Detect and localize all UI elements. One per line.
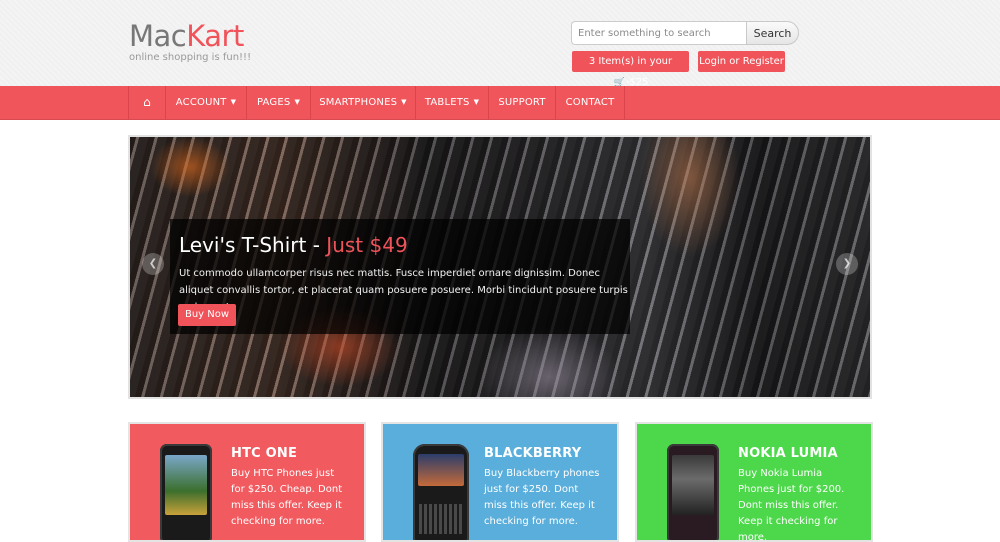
caret-down-icon: ▼ — [473, 98, 480, 106]
phone-image — [413, 444, 469, 540]
login-register-button[interactable]: Login or Register — [698, 51, 785, 72]
hero-slider: ❮ ❯ Levi's T-Shirt - Just $49 Ut commodo… — [128, 135, 872, 399]
product-title: HTC ONE — [231, 446, 298, 461]
nav-item-account[interactable]: ACCOUNT ▼ — [166, 86, 247, 119]
caret-down-icon: ▼ — [294, 98, 301, 106]
nav-item-label: SUPPORT — [498, 97, 546, 108]
caret-down-icon: ▼ — [401, 98, 407, 106]
brand-name-kart: Kart — [186, 19, 244, 53]
phone-image — [667, 444, 719, 540]
search-input[interactable] — [571, 21, 746, 45]
brand-name[interactable]: MacKart — [129, 19, 251, 53]
buy-now-button[interactable]: Buy Now — [178, 304, 236, 326]
product-description: Buy Blackberry phones just for $250. Don… — [484, 468, 600, 527]
nav-item-label: SMARTPHONES — [319, 97, 398, 108]
home-icon: ⌂ — [143, 95, 151, 109]
product-description: Buy HTC Phones just for $250. Cheap. Don… — [231, 468, 343, 527]
nav-item-pages[interactable]: PAGES ▼ — [247, 86, 311, 119]
product-card-htc[interactable]: HTC ONE Buy HTC Phones just for $250. Ch… — [128, 422, 366, 542]
phone-screen — [165, 455, 207, 515]
brand-logo[interactable]: MacKart online shopping is fun!!! — [129, 19, 251, 63]
chevron-right-icon[interactable]: ❯ — [836, 253, 858, 275]
phone-screen — [418, 454, 464, 486]
slide-caption: Levi's T-Shirt - Just $49 Ut commodo ull… — [170, 219, 630, 334]
header: MacKart online shopping is fun!!! Search… — [0, 0, 1000, 88]
nav-home[interactable]: ⌂ — [129, 86, 166, 119]
nav-item-label: CONTACT — [565, 97, 615, 108]
brand-tagline: online shopping is fun!!! — [129, 52, 252, 63]
cart-label-prefix: 3 Item(s) in your — [588, 56, 673, 67]
nav-item-label: TABLETS — [424, 97, 470, 108]
chevron-left-icon[interactable]: ❮ — [142, 253, 164, 275]
brand-name-mac: Mac — [129, 19, 187, 53]
slide-description: Ut commodo ullamcorper risus nec mattis.… — [179, 268, 628, 313]
product-title: NOKIA LUMIA — [738, 446, 838, 461]
product-title: BLACKBERRY — [484, 446, 582, 461]
product-description: Buy Nokia Lumia Phones just for $200. Do… — [738, 468, 845, 542]
nav-item-contact[interactable]: CONTACT — [556, 86, 625, 119]
phone-screen — [672, 455, 714, 515]
phone-image — [160, 444, 212, 540]
nav-item-label: PAGES — [256, 97, 291, 108]
nav-item-tablets[interactable]: TABLETS ▼ — [416, 86, 489, 119]
search-form: Search — [571, 21, 799, 45]
slide-title: Levi's T-Shirt - Just $49 — [179, 233, 408, 257]
slide-title-text: Levi's T-Shirt - — [179, 233, 327, 257]
nav-item-label: ACCOUNT — [175, 97, 227, 108]
nav-menu: ⌂ ACCOUNT ▼ PAGES ▼ SMARTPHONES ▼ TABLETS ▼ … — [128, 86, 625, 119]
nav-item-smartphones[interactable]: SMARTPHONES ▼ — [311, 86, 416, 119]
slide-title-price: Just $49 — [326, 233, 408, 257]
product-card-nokia[interactable]: NOKIA LUMIA Buy Nokia Lumia Phones just … — [635, 422, 873, 542]
nav-item-support[interactable]: SUPPORT — [489, 86, 556, 119]
keyboard-graphic — [419, 504, 463, 534]
search-button[interactable]: Search — [746, 21, 799, 45]
main-navbar: ⌂ ACCOUNT ▼ PAGES ▼ SMARTPHONES ▼ TABLETS ▼ … — [0, 86, 1000, 120]
cart-button[interactable]: 3 Item(s) in your 🛒-$25 — [572, 51, 689, 88]
caret-down-icon: ▼ — [230, 98, 237, 106]
product-card-blackberry[interactable]: BLACKBERRY Buy Blackberry phones just fo… — [381, 422, 619, 542]
